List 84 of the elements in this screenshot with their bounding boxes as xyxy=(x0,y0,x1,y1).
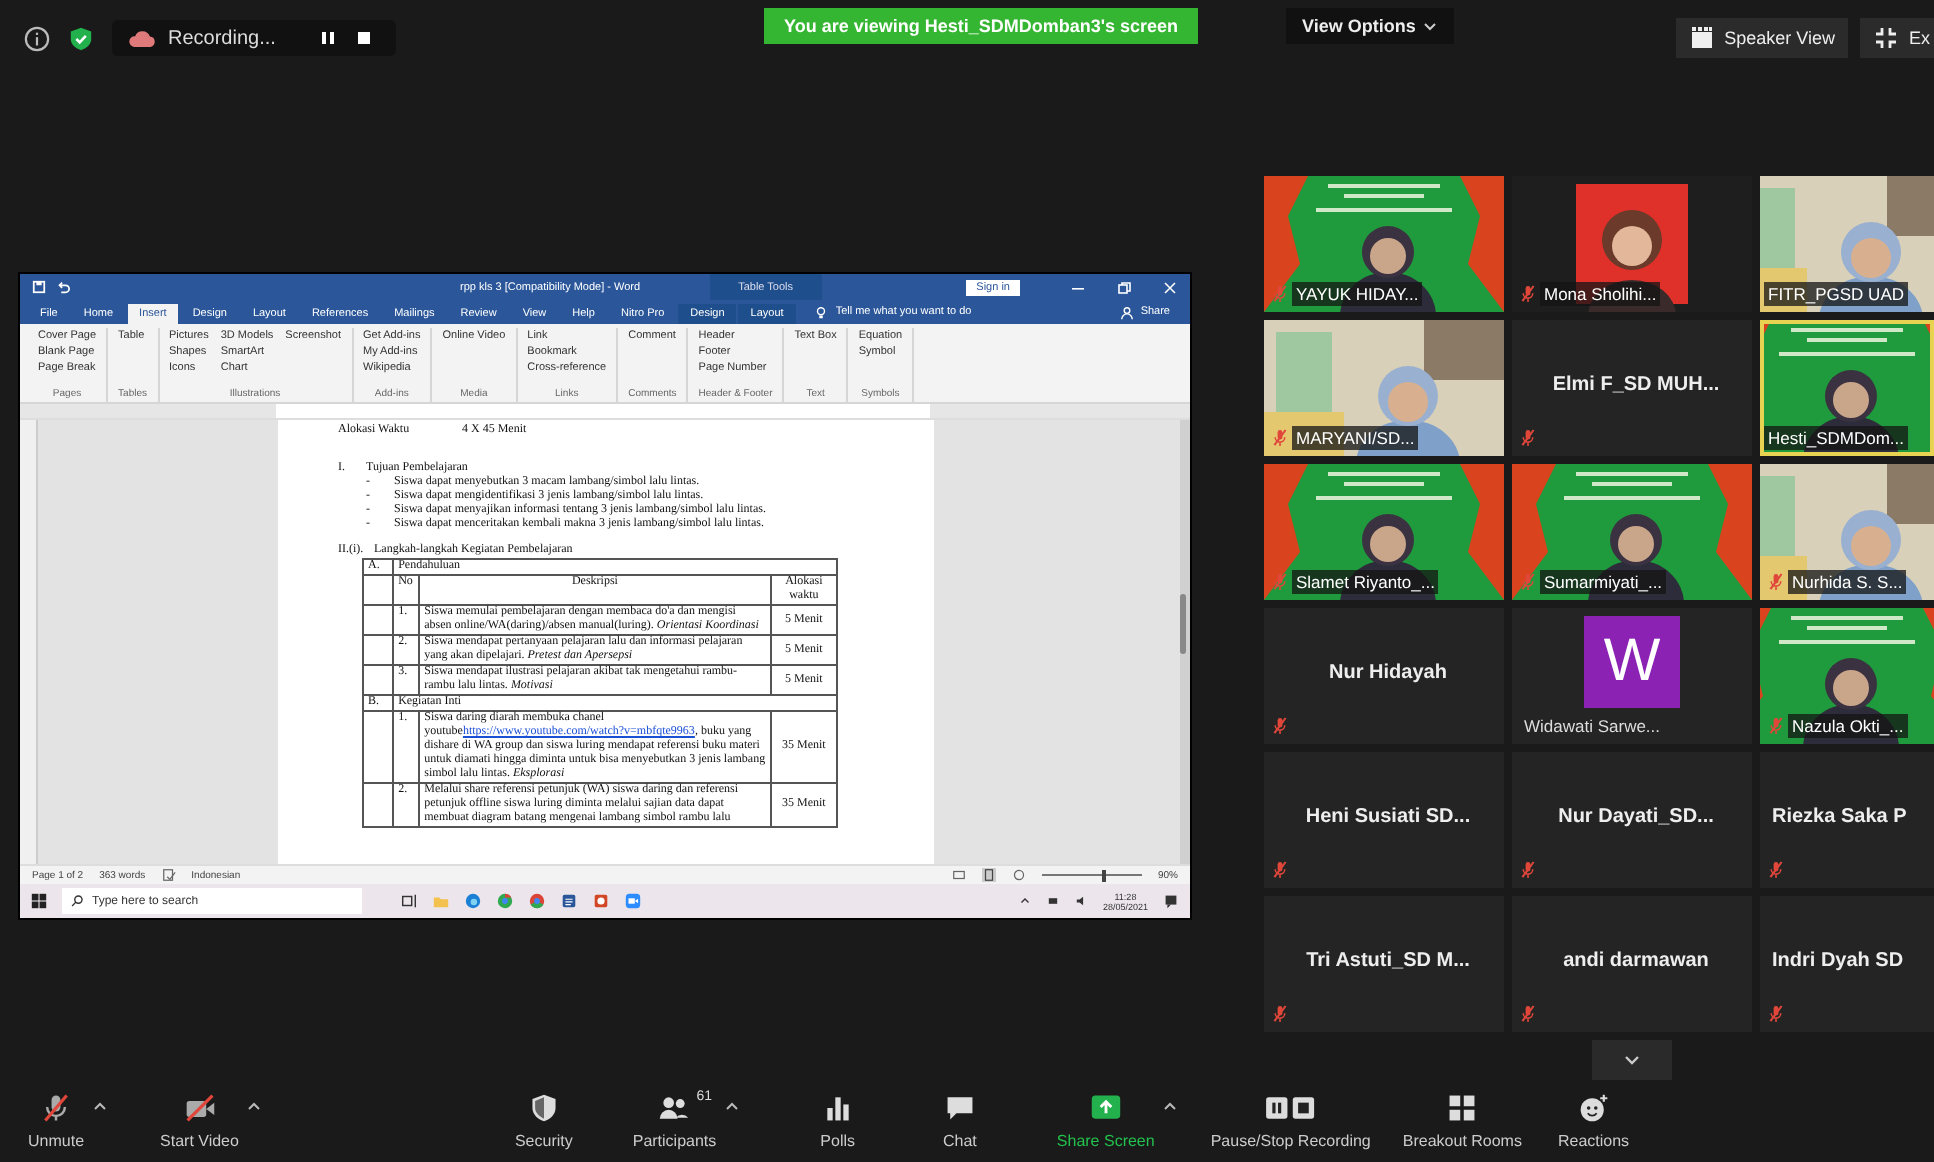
share-button[interactable]: Share Screen xyxy=(1056,1084,1155,1150)
participant-name: Nur Dayati_SD... xyxy=(1556,806,1716,828)
proofing-icon[interactable] xyxy=(161,868,176,882)
caret-button[interactable] xyxy=(724,1097,741,1113)
caret-icon xyxy=(92,1097,109,1113)
restore-icon[interactable] xyxy=(1116,279,1132,295)
people-icon xyxy=(658,1092,691,1124)
speaker-view-button[interactable]: Speaker View xyxy=(1676,18,1849,58)
participant-name: Riezka Saka P xyxy=(1772,806,1909,828)
participant-name: Elmi F_SD MUH... xyxy=(1550,374,1722,396)
participant-name: Widawati Sarwe... xyxy=(1522,714,1663,738)
close-icon[interactable] xyxy=(1162,279,1178,295)
security-button[interactable]: Security xyxy=(514,1084,573,1150)
search-icon xyxy=(70,894,84,908)
caret-button[interactable] xyxy=(246,1097,263,1113)
browser-icon[interactable] xyxy=(528,892,546,910)
muted-mic-icon xyxy=(40,1092,72,1124)
caret-button[interactable] xyxy=(92,1097,109,1113)
participant-name: Mona Sholihi... xyxy=(1540,282,1661,306)
info-icon[interactable] xyxy=(24,25,50,51)
windows-logo-icon[interactable] xyxy=(30,892,48,910)
grid-icon xyxy=(1446,1092,1479,1124)
video-camera-icon[interactable] xyxy=(624,892,642,910)
browser-icon[interactable] xyxy=(464,892,482,910)
lightbulb-icon xyxy=(813,305,828,319)
smiley-icon xyxy=(1577,1092,1610,1124)
web-layout-icon[interactable] xyxy=(1011,868,1026,882)
participant-name: Hesti_SDMDom... xyxy=(1764,426,1909,450)
pause-stop-icon xyxy=(1263,1092,1318,1124)
participant-name: YAYUK HIDAY... xyxy=(1292,282,1423,306)
recording-button[interactable]: Pause/Stop Recording xyxy=(1210,1084,1371,1150)
participant-name: Tri Astuti_SD M... xyxy=(1304,950,1472,972)
undo-icon[interactable] xyxy=(56,280,70,294)
participant-name: FITR_PGSD UAD xyxy=(1764,282,1909,306)
save-icon[interactable] xyxy=(32,280,46,294)
participant-name: Sumarmiyati_... xyxy=(1540,570,1667,594)
exit-fullscreen-icon xyxy=(1874,26,1899,50)
participant-name: Heni Susiati SD... xyxy=(1303,806,1473,828)
view-options-button[interactable]: View Options xyxy=(1286,8,1454,44)
caret-icon xyxy=(246,1097,263,1113)
recording-label: Recording... xyxy=(168,27,276,49)
task-view-icon[interactable] xyxy=(400,892,418,910)
speaker-view-icon xyxy=(1690,26,1715,50)
chevron-down-icon xyxy=(1622,1050,1642,1070)
mic-off-button[interactable]: Unmute xyxy=(28,1084,85,1150)
browser-icon[interactable] xyxy=(496,892,514,910)
polls-button[interactable]: Polls xyxy=(820,1084,855,1150)
camera-off-icon xyxy=(183,1092,216,1124)
pause-icon xyxy=(319,30,336,46)
reactions-button[interactable]: Reactions xyxy=(1557,1084,1630,1150)
viewing-banner: You are viewing Hesti_SDMDomban3's screen xyxy=(764,8,1199,44)
cloud-icon xyxy=(128,29,156,47)
share-screen-icon xyxy=(1089,1092,1122,1124)
breakout-button[interactable]: Breakout Rooms xyxy=(1402,1084,1522,1150)
notification-icon[interactable] xyxy=(1162,892,1180,910)
participant-name: Indri Dyah SD xyxy=(1772,950,1906,972)
exit-fullscreen-button[interactable]: Ex xyxy=(1860,18,1934,58)
document-app-icon[interactable] xyxy=(560,892,578,910)
presentation-app-icon[interactable] xyxy=(592,892,610,910)
resize-handle[interactable] xyxy=(1180,594,1186,654)
stop-icon xyxy=(355,30,372,46)
chat-bubble-icon xyxy=(943,1092,976,1124)
caret-icon xyxy=(1162,1097,1179,1113)
caret-icon[interactable] xyxy=(1018,894,1033,908)
shield-icon[interactable] xyxy=(68,25,94,51)
chevron-down-icon xyxy=(1421,18,1438,34)
chat-button[interactable]: Chat xyxy=(943,1084,977,1150)
participant-name: Nazula Okti_... xyxy=(1788,714,1908,738)
participant-name: andi darmawan xyxy=(1561,950,1711,972)
shield-icon xyxy=(527,1092,560,1124)
volume-icon[interactable] xyxy=(1074,894,1089,908)
person-icon xyxy=(1120,305,1135,319)
participant-name: Slamet Riyanto_... xyxy=(1292,570,1439,594)
participant-name: Nur Hidayah xyxy=(1327,662,1449,684)
zoom-slider[interactable] xyxy=(1041,869,1142,881)
bar-chart-icon xyxy=(821,1092,854,1124)
avatar: W xyxy=(1584,616,1680,708)
print-layout-icon[interactable] xyxy=(981,868,996,882)
participant-name: MARYANI/SD... xyxy=(1292,426,1419,450)
read-mode-icon[interactable] xyxy=(951,868,966,882)
caret-button[interactable] xyxy=(1162,1097,1179,1113)
video-off-button[interactable]: Start Video xyxy=(160,1084,239,1150)
caret-icon xyxy=(724,1097,741,1113)
participant-name: Nurhida S. S... xyxy=(1788,570,1907,594)
